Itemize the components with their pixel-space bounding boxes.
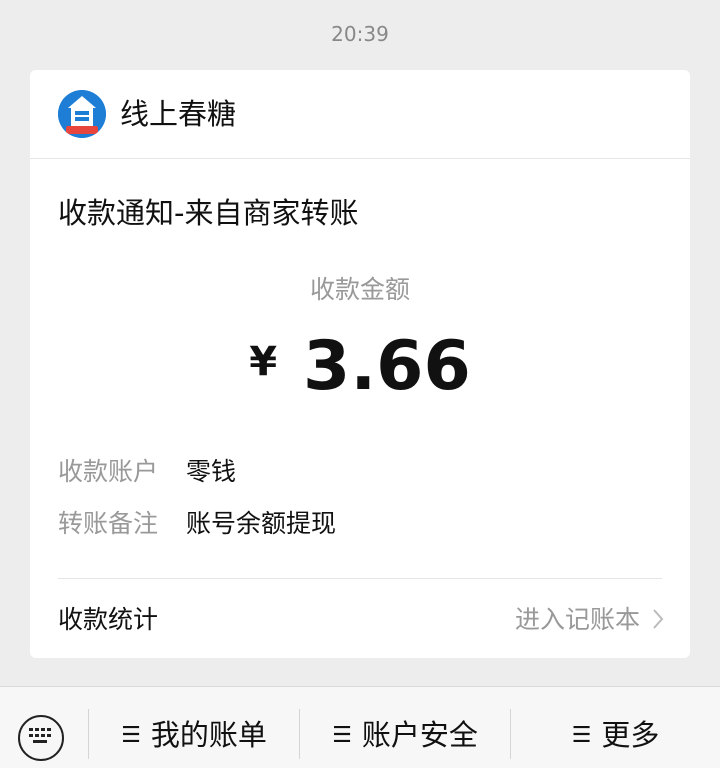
payment-notice-card[interactable]: 线上春糖 收款通知-来自商家转账 收款金额 ¥3.66 收款账户 零钱 转账备注账… bbox=[30, 70, 690, 658]
menu-icon: ☰ bbox=[571, 723, 592, 748]
detail-label: 转账备注 bbox=[58, 509, 159, 538]
detail-row-account: 收款账户 零钱 bbox=[58, 456, 236, 488]
keyboard-icon bbox=[29, 728, 51, 743]
menu-my-bills[interactable]: ☰ 我的账单 bbox=[89, 705, 299, 765]
currency-symbol: ¥ bbox=[249, 339, 278, 385]
menu-label: 账户安全 bbox=[361, 718, 478, 752]
stats-label[interactable]: 收款统计 bbox=[58, 604, 158, 636]
merchant-name[interactable]: 线上春糖 bbox=[120, 96, 236, 132]
menu-account-security[interactable]: ☰ 账户安全 bbox=[300, 705, 510, 765]
detail-label: 收款账户 bbox=[58, 457, 159, 486]
notice-title: 收款通知-来自商家转账 bbox=[58, 196, 359, 230]
amount-label: 收款金额 bbox=[309, 275, 410, 304]
menu-label: 更多 bbox=[601, 718, 660, 752]
message-timestamp: 20:39 bbox=[331, 22, 389, 46]
detail-value: 账号余额提现 bbox=[186, 509, 337, 538]
chevron-right-icon bbox=[652, 606, 664, 638]
menu-icon: ☰ bbox=[332, 723, 352, 748]
menu-label: 我的账单 bbox=[150, 718, 267, 752]
amount-number: 3.66 bbox=[303, 327, 471, 406]
divider bbox=[58, 578, 662, 579]
keyboard-toggle-button[interactable] bbox=[18, 715, 64, 761]
amount-value: ¥3.66 bbox=[30, 322, 690, 407]
menu-more[interactable]: ☰ 更多 bbox=[511, 705, 720, 765]
detail-row-remark: 转账备注 账号余额提现 bbox=[58, 508, 336, 540]
detail-value: 零钱 bbox=[186, 457, 237, 486]
ledger-link-label: 进入记账本 bbox=[514, 605, 640, 634]
menu-icon: ☰ bbox=[121, 723, 141, 748]
bottom-menu-bar: ☰ 我的账单 ☰ 账户安全 ☰ 更多 bbox=[0, 686, 720, 768]
ledger-link[interactable]: 进入记账本 bbox=[515, 604, 664, 638]
card-header[interactable]: 线上春糖 bbox=[30, 70, 690, 159]
merchant-logo-icon bbox=[58, 90, 106, 138]
